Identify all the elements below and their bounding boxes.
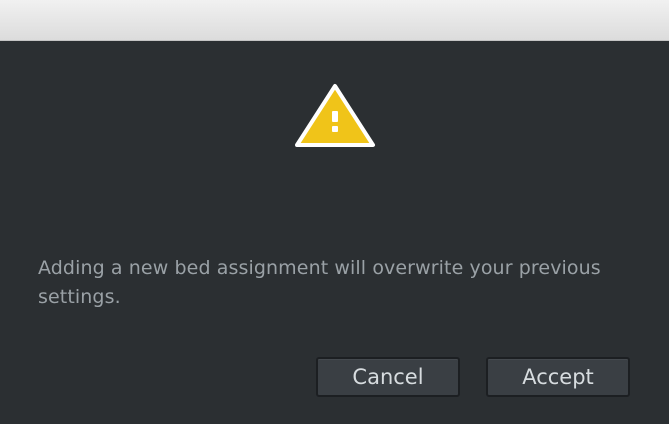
cancel-button[interactable]: Cancel xyxy=(316,357,460,397)
window-titlebar[interactable] xyxy=(0,0,669,41)
warning-icon xyxy=(295,84,375,147)
dialog-message: Adding a new bed assignment will overwri… xyxy=(38,257,601,308)
accept-button[interactable]: Accept xyxy=(486,357,630,397)
warning-dialog: Adding a new bed assignment will overwri… xyxy=(0,41,669,424)
